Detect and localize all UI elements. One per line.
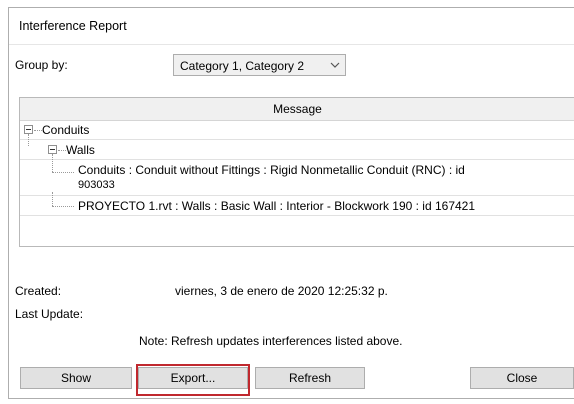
tree-node-label: Walls — [66, 143, 95, 157]
tree-node-walls[interactable]: Walls — [20, 134, 574, 160]
last-update-label: Last Update: — [15, 307, 84, 321]
group-by-label: Group by: — [15, 58, 68, 72]
refresh-button[interactable]: Refresh — [255, 367, 365, 389]
close-button[interactable]: Close — [470, 367, 574, 389]
message-column-header[interactable]: Message — [20, 98, 574, 121]
group-by-select[interactable]: Category 1, Category 2 — [173, 54, 346, 76]
tree-item-text-line1: Conduits : Conduit without Fittings : Ri… — [78, 163, 465, 177]
group-by-value: Category 1, Category 2 — [180, 59, 305, 73]
show-button[interactable]: Show — [20, 367, 132, 389]
tree-item-text-line2: 903033 — [78, 179, 115, 191]
export-highlight-box — [136, 364, 250, 396]
collapse-icon[interactable] — [24, 125, 33, 134]
interference-report-dialog: Interference Report Group by: Category 1… — [8, 7, 574, 399]
interference-tree[interactable]: Message Conduits Walls Conduits : Condui… — [19, 97, 574, 247]
chevron-down-icon — [330, 62, 340, 68]
title-bar: Interference Report — [9, 8, 574, 45]
refresh-note: Note: Refresh updates interferences list… — [139, 334, 403, 348]
message-header-label: Message — [273, 102, 322, 116]
tree-item-wall[interactable]: PROYECTO 1.rvt : Walls : Basic Wall : In… — [20, 192, 574, 216]
created-value: viernes, 3 de enero de 2020 12:25:32 p. — [175, 284, 388, 298]
collapse-icon[interactable] — [48, 145, 57, 154]
tree-item-text: PROYECTO 1.rvt : Walls : Basic Wall : In… — [78, 199, 476, 213]
created-label: Created: — [15, 284, 62, 298]
tree-item-conduit[interactable]: Conduits : Conduit without Fittings : Ri… — [20, 154, 574, 196]
dialog-title: Interference Report — [19, 19, 127, 33]
tree-node-conduits[interactable]: Conduits — [20, 120, 574, 140]
tree-node-label: Conduits — [42, 123, 90, 137]
